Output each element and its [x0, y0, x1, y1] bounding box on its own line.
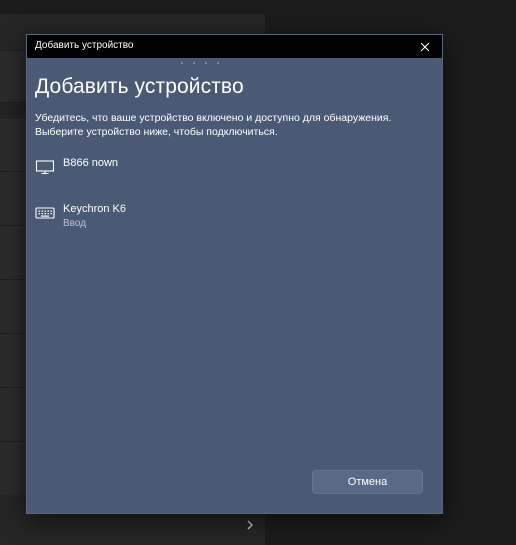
device-item-b866[interactable]: B866 nown: [33, 157, 433, 193]
device-name: B866 nown: [63, 157, 119, 169]
description-line: Убедитесь, что ваше устройство включено …: [35, 112, 392, 124]
device-item-keychron[interactable]: Keychron K6 Ввод: [33, 203, 433, 239]
cancel-button[interactable]: Отмена: [312, 470, 423, 494]
keyboard-icon: [35, 207, 55, 219]
monitor-icon: [35, 160, 55, 175]
titlebar-title: Добавить устройство: [35, 40, 134, 51]
device-name: Keychron K6: [63, 203, 126, 215]
device-type: Ввод: [63, 218, 87, 229]
dialog-heading: Добавить устройство: [35, 75, 244, 98]
dialog-titlebar[interactable]: Добавить устройство: [27, 35, 442, 58]
dialog-description: Убедитесь, что ваше устройство включено …: [35, 111, 435, 139]
chevron-right-icon[interactable]: [243, 518, 257, 532]
description-line: Выберите устройство ниже, чтобы подключи…: [35, 126, 278, 138]
close-button[interactable]: [408, 35, 442, 58]
add-device-dialog: Добавить устройство Добавить устройство …: [26, 34, 443, 514]
close-icon: [420, 42, 430, 51]
